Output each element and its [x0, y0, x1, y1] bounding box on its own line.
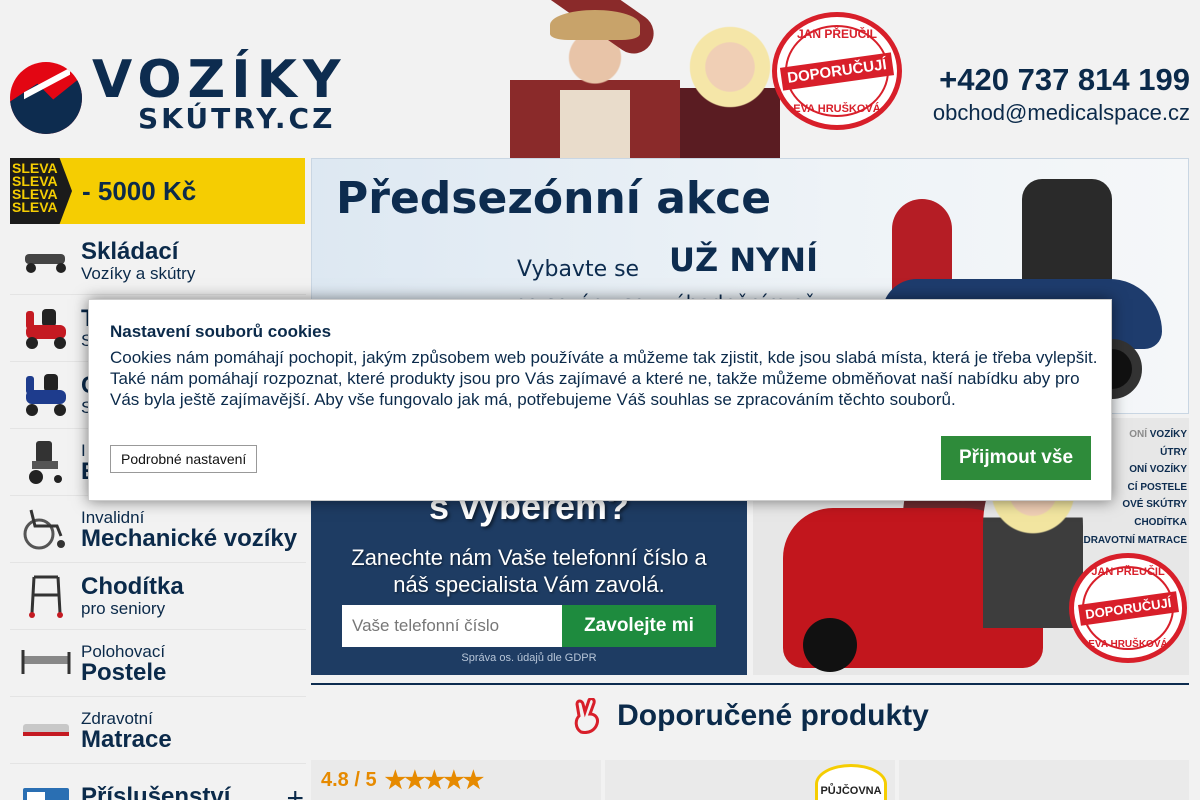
sidebar-item-sublabel: Zdravotní — [81, 708, 153, 728]
banner-title: Předsezónní akce — [336, 173, 772, 224]
list-strong: ONÍ VOZÍKY — [1129, 464, 1187, 476]
sidebar-item-walkers[interactable]: Chodítka pro seniory — [10, 563, 306, 630]
sidebar-item-beds[interactable]: Polohovací Postele — [10, 630, 306, 697]
site-logo[interactable]: VOZÍKY SKÚTRY.CZ — [10, 50, 370, 140]
accept-all-button[interactable]: Přijmout vše — [941, 436, 1091, 480]
walker-icon — [20, 573, 72, 619]
recommendation-stamp: JAN PŘEUČIL DOPORUČUJÍ EVA HRUŠKOVÁ — [772, 12, 902, 130]
electric-wheelchair-icon — [20, 439, 72, 485]
list-strong: OVÉ SKÚTRY — [1122, 499, 1187, 511]
folding-scooter-icon — [20, 238, 72, 284]
cookie-settings-button[interactable]: Podrobné nastavení — [110, 445, 258, 473]
logo-mark-icon — [10, 62, 82, 134]
accessories-icon — [20, 774, 72, 800]
rental-badge: PŮJČOVNA — [815, 764, 887, 800]
call-me-button[interactable]: Zavolejte mi — [562, 605, 716, 647]
email-link[interactable]: obchod@medicalspace.cz — [933, 100, 1190, 126]
sidebar-item-label: Postele — [81, 658, 167, 686]
sidebar-item-label: Mechanické vozíky — [81, 524, 298, 552]
red-scooter-icon — [20, 305, 72, 351]
list-strong: VOZÍKY — [1149, 429, 1187, 440]
callback-text: Zanechte nám Vaše telefonní číslo a náš … — [351, 545, 707, 597]
mattress-icon — [20, 707, 72, 753]
phone-link[interactable]: +420 737 814 199 — [933, 60, 1190, 100]
scooter-wheel — [803, 618, 857, 672]
rating-stars-icon: ★★★★★ — [384, 767, 485, 794]
sidebar-item-accessories[interactable]: Příslušenství + — [10, 764, 306, 800]
sidebar-item-sublabel: pro seniory — [81, 598, 166, 618]
logo-subtext: SKÚTRY.CZ — [138, 102, 336, 135]
blue-scooter-icon — [20, 372, 72, 418]
cookie-title: Nastavení souborů cookies — [110, 322, 332, 341]
gdpr-link[interactable]: Správa os. údajů dle GDPR — [311, 652, 747, 664]
contact-info: +420 737 814 199 obchod@medicalspace.cz — [933, 60, 1190, 126]
sleva-tag-icon: SLEVA SLEVA SLEVA SLEVA — [10, 158, 72, 224]
store-rating[interactable]: 4.8 / 5 ★★★★★ — [321, 766, 485, 795]
stamp-top-text: JAN PŘEUČIL — [1091, 566, 1165, 578]
stamp-bottom-text: EVA HRUŠKOVÁ — [793, 103, 881, 115]
sidebar-item-sublabel: Invalidní — [81, 507, 145, 527]
list-strong: ÚTRY — [1160, 446, 1187, 458]
sidebar-item-mattresses[interactable]: Zdravotní Matrace — [10, 697, 306, 764]
section-divider — [311, 683, 1189, 685]
header-celebrities-image — [390, 0, 790, 158]
sidebar-item-mechanical-wheelchairs[interactable]: Invalidní Mechanické vozíky — [10, 496, 306, 563]
wheelchair-icon — [20, 506, 72, 552]
sidebar-item-label: Matrace — [81, 725, 172, 753]
list-strong: CHODÍTKA — [1134, 516, 1187, 528]
discount-promo[interactable]: SLEVA SLEVA SLEVA SLEVA - 5000 Kč — [10, 158, 305, 224]
banner-sub2: UŽ NYNÍ — [669, 241, 818, 279]
victory-hand-icon — [574, 698, 600, 734]
sidebar-item-label: Chodítka — [81, 572, 184, 600]
phone-number-input[interactable] — [342, 605, 562, 647]
list-strong: ZDRAVOTNÍ MATRACE — [1077, 534, 1187, 546]
recommendation-stamp: JAN PŘEUČIL DOPORUČUJÍ EVA HRUŠKOVÁ — [1069, 553, 1187, 663]
bed-icon — [20, 640, 72, 686]
sidebar-item-label: Skládací — [81, 237, 179, 265]
banner-sub1: Vybavte se — [517, 257, 640, 282]
promo-text: - 5000 Kč — [82, 175, 197, 206]
product-card[interactable] — [899, 760, 1189, 800]
stamp-top-text: JAN PŘEUČIL — [796, 27, 877, 41]
cookie-text: Cookies nám pomáhají pochopit, jakým způ… — [110, 348, 1098, 409]
rating-value: 4.8 / 5 — [321, 769, 377, 791]
sidebar-item-sublabel: Polohovací — [81, 641, 166, 661]
sidebar-item-label: Příslušenství — [81, 783, 231, 800]
expand-plus-icon[interactable]: + — [286, 782, 304, 800]
recommended-heading: Doporučené produkty — [311, 698, 1189, 734]
site-header: VOZÍKY SKÚTRY.CZ JAN PŘEUČIL DOPORUČUJÍ … — [0, 0, 1200, 158]
recommended-title: Doporučené produkty — [617, 699, 929, 732]
stamp-bottom-text: EVA HRUŠKOVÁ — [1088, 639, 1168, 650]
cookie-consent-dialog: Nastavení souborů cookies Cookies nám po… — [88, 299, 1112, 501]
list-muted: ONÍ — [1129, 429, 1147, 440]
list-strong: CÍ POSTELE — [1127, 481, 1187, 493]
logo-text: VOZÍKY — [92, 50, 347, 110]
sidebar-item-folding[interactable]: Skládací Vozíky a skútry — [10, 228, 306, 295]
sidebar-item-sublabel: Vozíky a skútry — [81, 263, 196, 283]
